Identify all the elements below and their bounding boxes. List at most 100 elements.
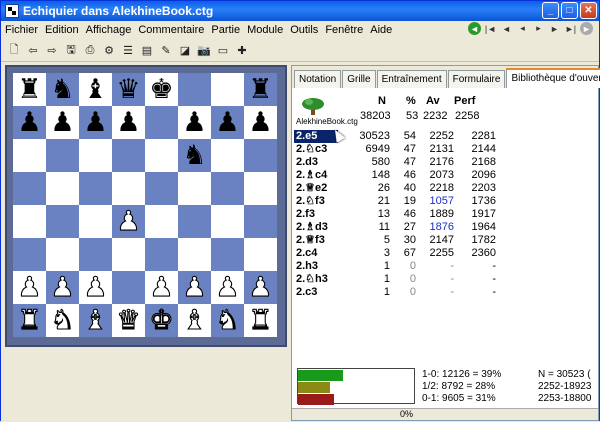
board-square[interactable] xyxy=(112,271,145,304)
board-square[interactable]: ♟ xyxy=(79,271,112,304)
board-square[interactable] xyxy=(145,139,178,172)
white-bishop-icon[interactable]: ♝ xyxy=(83,306,108,334)
forward-move-icon[interactable]: ▸ xyxy=(532,22,545,35)
white-knight-icon[interactable]: ♞ xyxy=(50,306,75,334)
board-square[interactable] xyxy=(178,205,211,238)
board-square[interactable] xyxy=(211,238,244,271)
white-king-icon[interactable]: ♚ xyxy=(149,306,174,334)
board-square[interactable]: ♚ xyxy=(145,73,178,106)
move-row[interactable]: 2.♗c4 148 46 2073 2096 xyxy=(294,169,594,182)
board-square[interactable] xyxy=(145,106,178,139)
board-square[interactable] xyxy=(46,238,79,271)
menu-module[interactable]: Module xyxy=(247,24,283,36)
black-pawn-icon[interactable]: ♟ xyxy=(83,109,107,136)
board-square[interactable] xyxy=(145,172,178,205)
board-square[interactable]: ♞ xyxy=(46,73,79,106)
last-move-icon[interactable]: ►| xyxy=(564,22,577,35)
board-square[interactable]: ♟ xyxy=(211,271,244,304)
white-pawn-icon[interactable]: ♟ xyxy=(50,273,75,301)
black-rook-icon[interactable]: ♜ xyxy=(17,76,41,103)
board-square[interactable] xyxy=(244,139,277,172)
black-bishop-icon[interactable]: ♝ xyxy=(83,76,107,103)
board-square[interactable] xyxy=(244,172,277,205)
white-rook-icon[interactable]: ♜ xyxy=(17,306,42,334)
back-move-icon[interactable]: ◂ xyxy=(516,22,529,35)
menu-affichage[interactable]: Affichage xyxy=(86,24,132,36)
board-square[interactable]: ♜ xyxy=(244,304,277,337)
board-square[interactable] xyxy=(79,205,112,238)
move-row[interactable]: 2.♕f3 5 30 2147 1782 xyxy=(294,234,594,247)
move-row[interactable]: 2.♘f3 21 19 1057 1736 xyxy=(294,195,594,208)
white-knight-icon[interactable]: ♞ xyxy=(215,306,240,334)
board-square[interactable]: ♟ xyxy=(178,106,211,139)
menu-partie[interactable]: Partie xyxy=(211,24,240,36)
menu-edition[interactable]: Edition xyxy=(45,24,79,36)
white-queen-icon[interactable]: ♛ xyxy=(116,306,141,334)
board-square[interactable]: ♝ xyxy=(79,304,112,337)
delete-icon[interactable]: ▭ xyxy=(216,44,230,58)
black-queen-icon[interactable]: ♛ xyxy=(116,76,140,103)
tab-notation[interactable]: Notation xyxy=(294,70,342,88)
board-square[interactable]: ♜ xyxy=(13,304,46,337)
move-row[interactable]: 2.c3 1 0 - - xyxy=(294,286,594,299)
board-square[interactable] xyxy=(13,139,46,172)
eraser-icon[interactable]: ✎ xyxy=(159,44,173,58)
board-square[interactable] xyxy=(13,205,46,238)
move-row[interactable]: 2.d3 580 47 2176 2168 xyxy=(294,156,594,169)
board-square[interactable]: ♞ xyxy=(178,139,211,172)
black-pawn-icon[interactable]: ♟ xyxy=(116,109,140,136)
board-square[interactable]: ♟ xyxy=(112,205,145,238)
black-pawn-icon[interactable]: ♟ xyxy=(17,109,41,136)
chessboard[interactable]: ♜ ♞ ♝ ♛ ♚ ♜ ♟ ♟ ♟ ♟ ♟ ♟ ♟ ♞ ♟ ♟ ♟ ♟ ♟ ♟ ♟ ♟ ♜ ♞ ♝ ♛ ♚ ♝ ♞ ♜ xyxy=(13,73,277,337)
board-square[interactable]: ♟ xyxy=(46,106,79,139)
menu-outils[interactable]: Outils xyxy=(290,24,318,36)
camera-icon[interactable]: 📷 xyxy=(197,44,211,58)
board-square[interactable] xyxy=(112,139,145,172)
board-square[interactable]: ♟ xyxy=(13,106,46,139)
move-row[interactable]: 2.c4 3 67 2255 2360 xyxy=(294,247,594,260)
plus-icon[interactable]: ✚ xyxy=(235,44,249,58)
print-icon[interactable]: ⎙ xyxy=(83,44,97,58)
board-square[interactable] xyxy=(178,73,211,106)
previous-move-icon[interactable]: ◄ xyxy=(500,22,513,35)
board-square[interactable]: ♟ xyxy=(79,106,112,139)
board-square[interactable]: ♝ xyxy=(178,304,211,337)
white-rook-icon[interactable]: ♜ xyxy=(248,306,273,334)
board-square[interactable]: ♟ xyxy=(13,271,46,304)
black-pawn-icon[interactable]: ♟ xyxy=(248,109,272,136)
white-pawn-icon[interactable]: ♟ xyxy=(215,273,240,301)
white-pawn-icon[interactable]: ♟ xyxy=(116,207,141,235)
board-square[interactable]: ♟ xyxy=(244,271,277,304)
first-move-icon[interactable]: |◄ xyxy=(484,22,497,35)
board-square[interactable]: ♟ xyxy=(112,106,145,139)
board-square[interactable] xyxy=(178,238,211,271)
move-row[interactable]: 2.♘c3 6949 47 2131 2144 xyxy=(294,143,594,156)
menu-commentaire[interactable]: Commentaire xyxy=(138,24,204,36)
board-square[interactable] xyxy=(244,238,277,271)
board-square[interactable] xyxy=(79,238,112,271)
move-row[interactable]: 2.f3 13 46 1889 1917 xyxy=(294,208,594,221)
black-knight-icon[interactable]: ♞ xyxy=(50,76,74,103)
board-square[interactable]: ♟ xyxy=(244,106,277,139)
board-square[interactable]: ♟ xyxy=(145,271,178,304)
title-bar[interactable]: Echiquier dans AlekhineBook.ctg _ □ ✕ xyxy=(1,1,599,21)
board-square[interactable] xyxy=(244,205,277,238)
arrow-forward-icon[interactable]: ⇨ xyxy=(45,44,59,58)
board-square[interactable]: ♜ xyxy=(13,73,46,106)
move-row[interactable]: 2.♘h3 1 0 - - xyxy=(294,273,594,286)
board-square[interactable]: ♞ xyxy=(211,304,244,337)
white-bishop-icon[interactable]: ♝ xyxy=(182,306,207,334)
move-row[interactable]: 2.♕e2 26 40 2218 2203 xyxy=(294,182,594,195)
black-pawn-icon[interactable]: ♟ xyxy=(215,109,239,136)
board-square[interactable]: ♟ xyxy=(178,271,211,304)
tab-opening-book[interactable]: Bibliothèque d'ouvertures xyxy=(506,68,600,88)
engine-icon[interactable]: ⚙ xyxy=(102,44,116,58)
tab-entrainement[interactable]: Entraînement xyxy=(376,70,447,88)
board-square[interactable] xyxy=(13,172,46,205)
board-square[interactable] xyxy=(13,238,46,271)
white-pawn-icon[interactable]: ♟ xyxy=(83,273,108,301)
move-row[interactable]: 2.h3 1 0 - - xyxy=(294,260,594,273)
new-document-icon[interactable]: 🗋 xyxy=(7,44,21,58)
board-square[interactable]: ♞ xyxy=(46,304,79,337)
board-square[interactable] xyxy=(46,139,79,172)
